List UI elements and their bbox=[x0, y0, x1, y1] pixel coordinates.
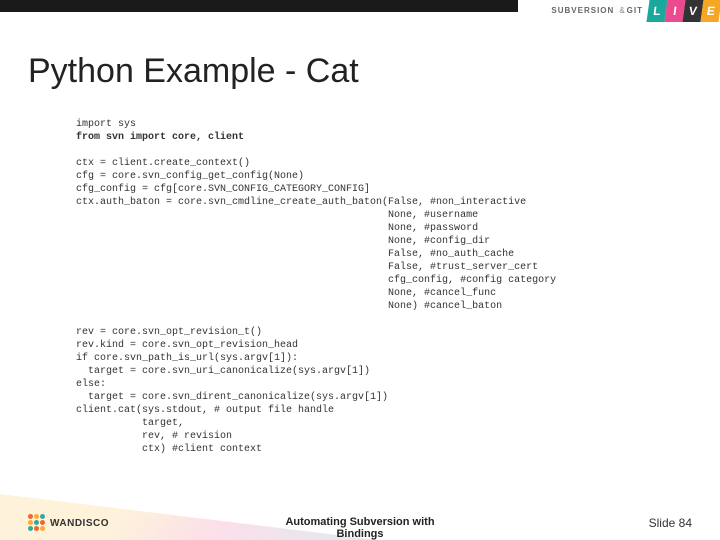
code-block: import sys from svn import core, client … bbox=[76, 118, 556, 456]
live-letter: E bbox=[700, 0, 720, 22]
code-line-bold: from svn import core, client bbox=[76, 132, 244, 143]
brand-ampersand: & bbox=[619, 6, 624, 15]
top-bar: SUBVERSION & GIT L I V E bbox=[0, 0, 720, 30]
code-section: rev = core.svn_opt_revision_t() rev.kind… bbox=[76, 327, 388, 455]
live-logo: L I V E bbox=[648, 0, 720, 22]
brand-area: SUBVERSION & GIT L I V E bbox=[551, 0, 720, 22]
wandisco-logo: WANDISCO bbox=[28, 514, 109, 532]
bottom-bar: WANDISCO Automating Subversion with Bind… bbox=[0, 494, 720, 540]
footer-title: Automating Subversion with Bindings bbox=[285, 516, 434, 540]
wandisco-text: WANDISCO bbox=[50, 518, 109, 529]
brand-subversion: SUBVERSION bbox=[551, 6, 614, 15]
brand-git: GIT bbox=[627, 6, 643, 15]
code-line: import sys bbox=[76, 119, 136, 130]
logo-dots-icon bbox=[28, 514, 46, 532]
top-bar-stripe bbox=[0, 0, 518, 12]
slide-title: Python Example - Cat bbox=[28, 52, 359, 91]
code-section: ctx = client.create_context() cfg = core… bbox=[76, 158, 556, 312]
slide-number: Slide 84 bbox=[649, 516, 692, 530]
